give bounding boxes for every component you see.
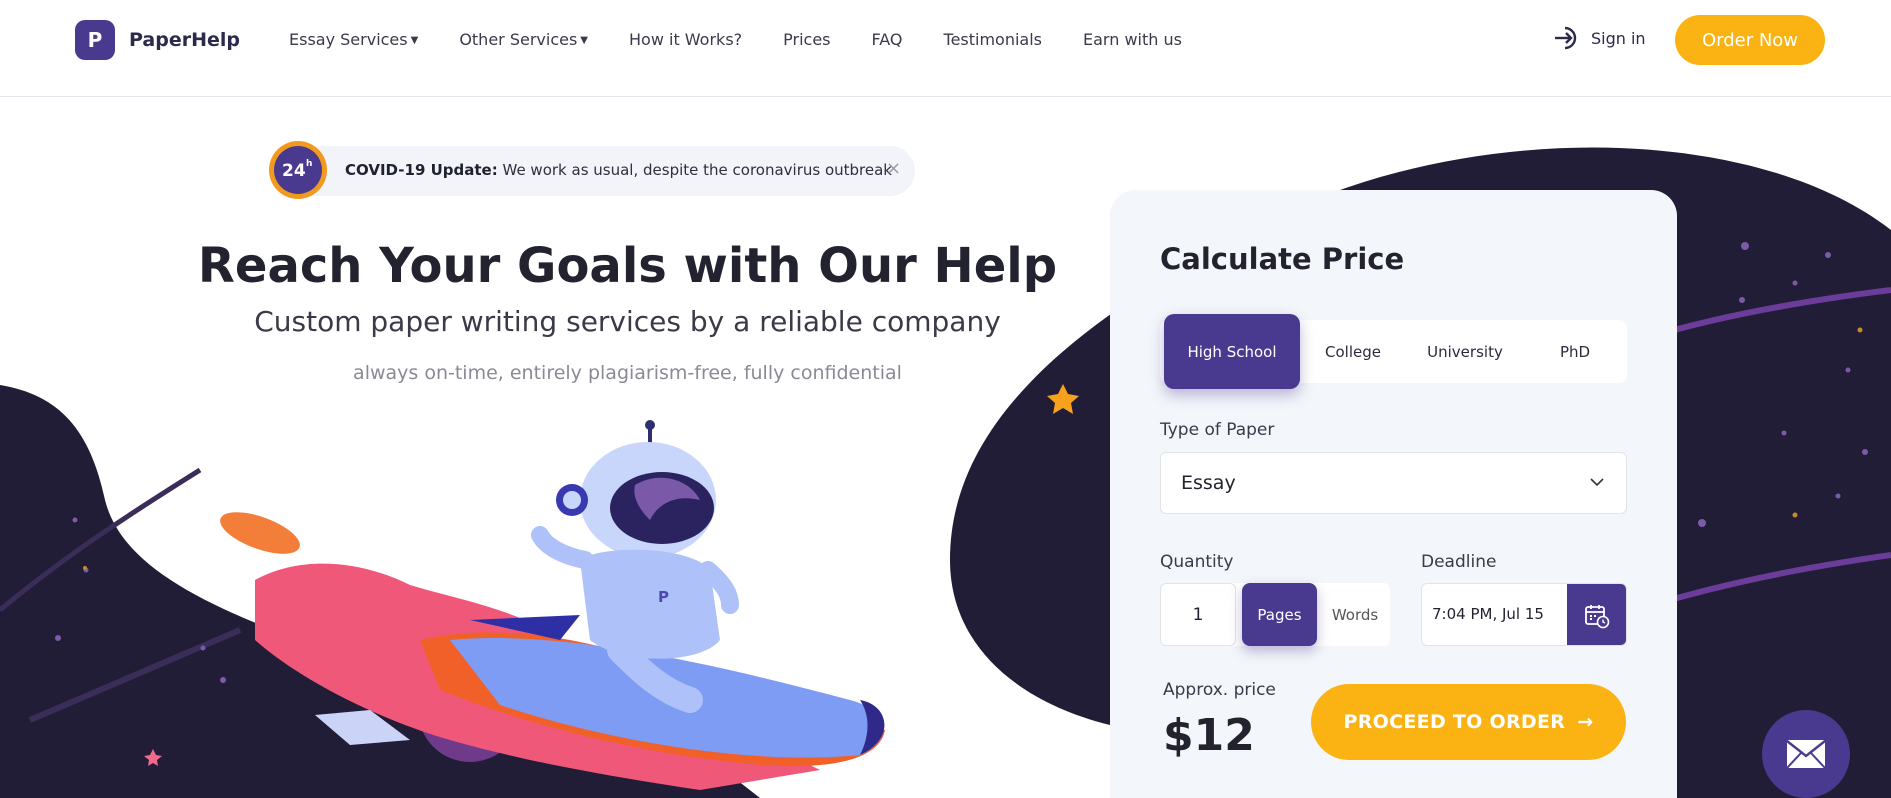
- proceed-label: PROCEED TO ORDER: [1343, 711, 1566, 733]
- hero-title: Reach Your Goals with Our Help: [197, 238, 1058, 294]
- sign-in-link[interactable]: Sign in: [1553, 26, 1646, 50]
- type-of-paper-label: Type of Paper: [1160, 420, 1275, 440]
- order-now-button[interactable]: Order Now: [1675, 15, 1825, 65]
- main-nav: Essay Services ▼ Other Services ▼ How it W…: [289, 30, 1182, 49]
- approx-price-value: $12: [1163, 710, 1255, 761]
- logo-mark: P: [75, 20, 115, 60]
- nav-how-it-works[interactable]: How it Works?: [629, 30, 742, 49]
- nav-prices[interactable]: Prices: [783, 30, 830, 49]
- svg-text:24: 24: [282, 161, 306, 181]
- sign-in-label: Sign in: [1591, 28, 1646, 48]
- nav-faq[interactable]: FAQ: [872, 30, 903, 49]
- arrow-right-icon: →: [1577, 711, 1594, 733]
- calculator-title: Calculate Price: [1160, 242, 1405, 276]
- close-icon[interactable]: ×: [886, 158, 901, 179]
- unit-pages-toggle[interactable]: Pages: [1242, 583, 1317, 646]
- hero-tagline: always on-time, entirely plagiarism-free…: [353, 362, 902, 384]
- quantity-input[interactable]: 1: [1160, 583, 1236, 646]
- svg-text:P: P: [658, 588, 669, 606]
- site-header: P PaperHelp Essay Services ▼ Other Servic…: [0, 0, 1891, 97]
- tab-high-school[interactable]: High School: [1164, 314, 1300, 389]
- hero-subtitle: Custom paper writing services by a relia…: [254, 305, 1001, 338]
- logo-text: PaperHelp: [129, 29, 240, 51]
- deadline-label: Deadline: [1421, 552, 1497, 572]
- deadline-field[interactable]: 7:04 PM, Jul 15: [1421, 583, 1627, 646]
- quantity-label: Quantity: [1160, 552, 1234, 572]
- price-calculator: Calculate Price High School College Univ…: [1110, 190, 1677, 798]
- tab-university[interactable]: University: [1410, 320, 1520, 383]
- nav-label: Essay Services: [289, 30, 408, 49]
- nav-label: Other Services: [459, 30, 578, 49]
- tab-college[interactable]: College: [1308, 320, 1398, 383]
- nav-essay-services[interactable]: Essay Services ▼: [289, 30, 418, 49]
- contact-mail-button[interactable]: [1762, 710, 1850, 798]
- type-of-paper-select[interactable]: Essay: [1160, 452, 1627, 514]
- type-of-paper-value: Essay: [1181, 472, 1236, 494]
- nav-earn-with-us[interactable]: Earn with us: [1083, 30, 1182, 49]
- covid-message: COVID-19 Update: We work as usual, despi…: [345, 161, 892, 179]
- deadline-value: 7:04 PM, Jul 15: [1432, 605, 1544, 623]
- covid-banner: 24 h COVID-19 Update: We work as usual, …: [269, 141, 915, 199]
- page: P P PaperHelp Essay Services ▼ Other Serv…: [0, 0, 1891, 798]
- quantity-control: 1 Pages Words: [1160, 583, 1390, 646]
- nav-other-services[interactable]: Other Services ▼: [459, 30, 588, 49]
- approx-price-label: Approx. price: [1163, 680, 1276, 700]
- svg-text:h: h: [306, 159, 312, 169]
- logo[interactable]: P PaperHelp: [75, 20, 240, 60]
- caret-down-icon: ▼: [410, 35, 419, 46]
- academic-level-tabs: High School College University PhD: [1160, 314, 1627, 389]
- unit-words-toggle[interactable]: Words: [1320, 583, 1390, 646]
- caret-down-icon: ▼: [580, 35, 588, 46]
- covid-body: We work as usual, despite the coronaviru…: [497, 161, 892, 179]
- mail-icon: [1786, 740, 1826, 769]
- chevron-down-icon: [1590, 478, 1604, 487]
- calendar-button[interactable]: [1567, 584, 1626, 645]
- covid-title: COVID-19 Update:: [345, 161, 498, 179]
- nav-testimonials[interactable]: Testimonials: [944, 30, 1043, 49]
- tab-phd[interactable]: PhD: [1530, 320, 1620, 383]
- calendar-clock-icon: [1584, 604, 1609, 628]
- proceed-to-order-button[interactable]: PROCEED TO ORDER →: [1311, 684, 1626, 760]
- sign-in-icon: [1555, 26, 1577, 50]
- 24h-badge-icon: 24 h: [269, 141, 327, 199]
